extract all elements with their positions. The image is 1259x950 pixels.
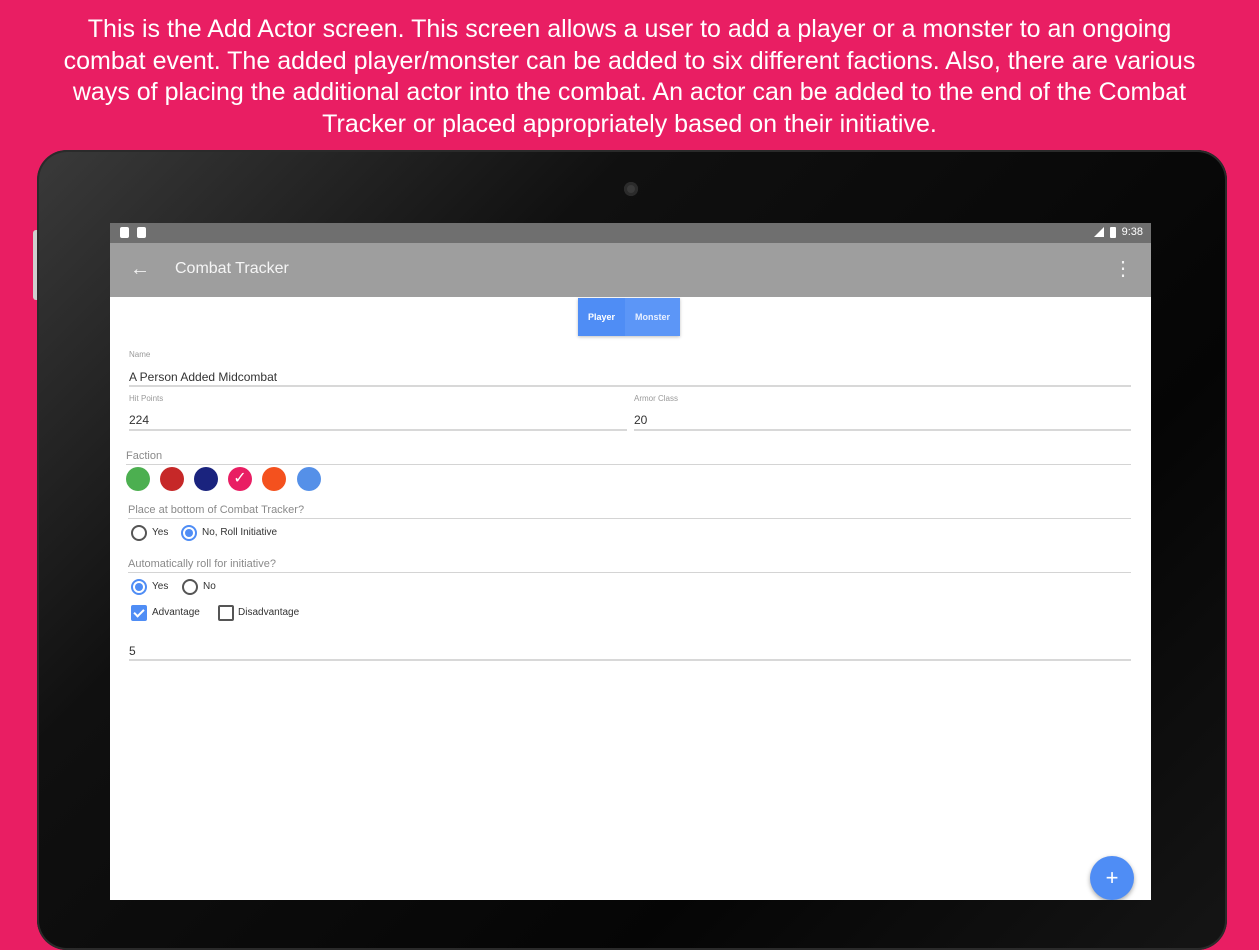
faction-label: Faction	[126, 450, 163, 462]
placement-no-radio[interactable]	[181, 525, 197, 541]
status-bar: 9:38	[110, 223, 1151, 243]
arrow-back-icon[interactable]: ←	[130, 257, 150, 281]
placement-divider	[128, 518, 1131, 519]
armor-class-field[interactable]: 20	[634, 413, 647, 427]
armor-class-underline	[634, 429, 1131, 431]
actor-type-toggle: Player Monster	[578, 298, 681, 336]
plus-icon: +	[1105, 865, 1119, 890]
app-screen: 9:38 ← Combat Tracker ⋮ Player Monster N…	[110, 223, 1151, 900]
advantage-label: Advantage	[152, 607, 200, 618]
battery-icon	[1109, 226, 1116, 238]
caption-line: ways of placing the additional actor int…	[72, 78, 1187, 106]
placement-label: Place at bottom of Combat Tracker?	[128, 504, 305, 516]
caption-line: This is the Add Actor screen. This scree…	[87, 15, 1172, 43]
check-icon: ✓	[233, 470, 247, 487]
caption-line: Tracker or placed appropriately based on…	[322, 109, 937, 138]
placement-no-label: No, Roll Initiative	[202, 527, 278, 538]
notification-icon	[120, 227, 129, 238]
signal-icon	[1093, 227, 1104, 237]
initiative-bonus-underline	[129, 659, 1131, 661]
disadvantage-label: Disadvantage	[238, 607, 300, 618]
more-vert-icon[interactable]: ⋮	[1113, 257, 1133, 281]
placement-yes-label: Yes	[152, 527, 169, 538]
auto-roll-yes-label: Yes	[152, 581, 169, 592]
faction-swatch-red[interactable]	[160, 467, 184, 491]
player-button[interactable]: Player	[578, 298, 626, 336]
placement-yes-radio[interactable]	[131, 525, 147, 541]
auto-roll-no-radio[interactable]	[182, 579, 198, 595]
caption-line: combat event. The added player/monster c…	[63, 46, 1196, 75]
faction-swatch-orange[interactable]	[262, 467, 286, 491]
faction-swatch-green[interactable]	[126, 467, 150, 491]
camera-icon	[624, 182, 638, 196]
auto-roll-yes-radio[interactable]	[131, 579, 147, 595]
faction-swatch-blue[interactable]	[297, 467, 321, 491]
notification-icon	[137, 227, 146, 238]
status-time: 9:38	[1121, 226, 1143, 238]
hit-points-label: Hit Points	[129, 394, 164, 403]
disadvantage-checkbox[interactable]	[218, 605, 234, 621]
caption: This is the Add Actor screen. This scree…	[0, 14, 1259, 140]
hit-points-field[interactable]: 224	[129, 413, 149, 427]
app-toolbar: ← Combat Tracker ⋮	[110, 243, 1151, 297]
faction-swatch-pink[interactable]: ✓	[228, 467, 252, 491]
hit-points-underline	[129, 429, 627, 431]
name-field[interactable]: A Person Added Midcombat	[129, 370, 277, 384]
faction-divider	[126, 464, 1131, 465]
armor-class-label: Armor Class	[634, 394, 679, 403]
add-actor-button[interactable]: +	[1090, 856, 1134, 900]
faction-swatch-navy[interactable]	[194, 467, 218, 491]
toolbar-title: Combat Tracker	[175, 260, 289, 277]
auto-roll-divider	[128, 572, 1131, 573]
name-underline	[129, 385, 1131, 387]
advantage-checkbox[interactable]	[131, 605, 147, 621]
monster-button[interactable]: Monster	[625, 298, 681, 336]
initiative-bonus-field[interactable]: 5	[129, 644, 136, 658]
auto-roll-no-label: No	[203, 581, 216, 592]
name-label: Name	[129, 350, 151, 359]
auto-roll-label: Automatically roll for initiative?	[128, 558, 276, 570]
